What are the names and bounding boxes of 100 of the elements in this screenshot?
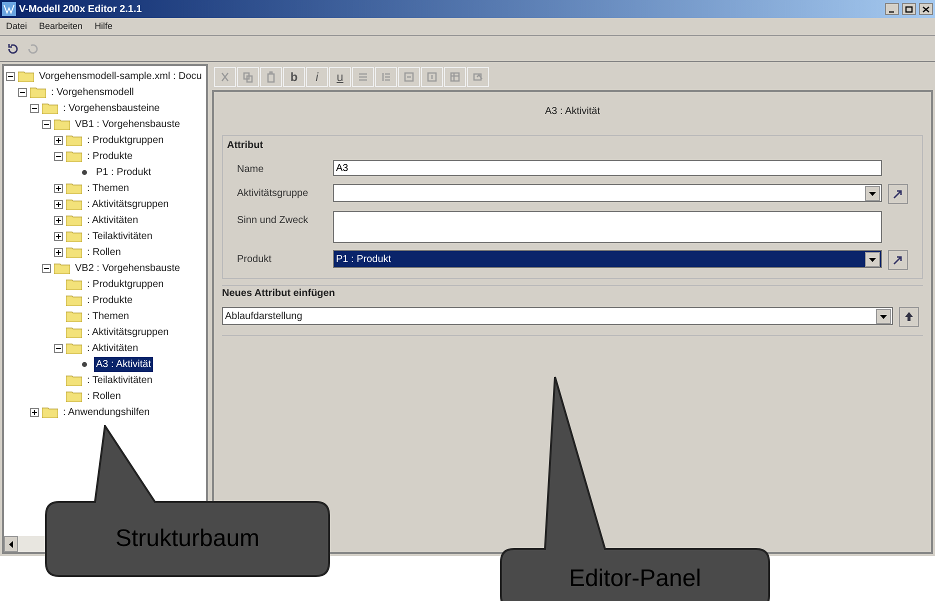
expand-toggle[interactable] xyxy=(54,184,63,192)
field-label: Name xyxy=(237,163,265,177)
expand-toggle[interactable] xyxy=(54,136,63,144)
tree-item[interactable]: : Aktivitätsgruppen xyxy=(85,196,171,212)
text-field[interactable]: A3 xyxy=(333,160,882,176)
menu-item[interactable]: Bearbeiten xyxy=(39,20,83,34)
field-label: Sinn und Zweck xyxy=(237,214,310,228)
group-title: Neues Attribut einfügen xyxy=(222,287,336,301)
folder-icon xyxy=(66,214,82,226)
close-icon xyxy=(922,6,930,12)
expand-toggle[interactable] xyxy=(54,248,63,256)
expand-toggle[interactable] xyxy=(54,216,63,224)
tree-item[interactable]: : Produkte xyxy=(85,292,135,308)
folder-icon xyxy=(66,134,82,146)
outdent-icon xyxy=(426,71,438,83)
text-area[interactable] xyxy=(333,211,882,243)
upload-icon xyxy=(903,311,915,323)
folder-icon xyxy=(66,198,82,210)
tree-item[interactable]: : Aktivitäten xyxy=(85,212,140,228)
tree-item[interactable]: : Produkte xyxy=(85,148,135,164)
folder-icon xyxy=(18,70,34,82)
tree-item[interactable]: : Rollen xyxy=(85,244,123,260)
folder-icon xyxy=(42,406,58,418)
format-button[interactable]: i xyxy=(306,67,328,87)
image-icon xyxy=(472,71,484,83)
table-icon xyxy=(449,71,461,83)
tree-item[interactable]: : Anwendungshilfen xyxy=(61,404,152,420)
tree-item[interactable]: : Produktgruppen xyxy=(85,132,166,148)
maximize-icon xyxy=(905,6,913,12)
minimize-button[interactable] xyxy=(885,3,899,15)
arrow-icon xyxy=(892,254,904,266)
tree-item[interactable]: : Rollen xyxy=(85,388,123,404)
collapse-toggle[interactable] xyxy=(30,104,39,112)
tree-item[interactable]: : Themen xyxy=(85,308,132,324)
left-arrow-icon xyxy=(9,540,13,548)
tree-item[interactable]: VB2 : Vorgehensbauste xyxy=(73,260,182,276)
tree-item[interactable]: : Aktivitätsgruppen xyxy=(85,324,171,340)
collapse-toggle[interactable] xyxy=(6,72,15,80)
group-title: Attribut xyxy=(227,139,264,153)
clipboard-icon xyxy=(265,71,277,83)
refresh-icon xyxy=(7,42,19,54)
tree-item[interactable]: : Teilaktivitäten xyxy=(85,372,154,388)
tree-item[interactable]: A3 : Aktivität xyxy=(94,356,154,372)
jump-button[interactable] xyxy=(888,184,908,204)
indent-icon xyxy=(403,71,415,83)
tree-item[interactable]: : Themen xyxy=(85,180,132,196)
tree-item[interactable]: : Vorgehensmodell xyxy=(49,84,136,100)
tree-item[interactable]: VB1 : Vorgehensbauste xyxy=(73,116,182,132)
folder-icon xyxy=(66,326,82,338)
bullet-icon xyxy=(82,362,87,366)
folder-icon xyxy=(30,86,46,98)
folder-icon xyxy=(66,310,82,322)
dropdown-field[interactable]: Ablaufdarstellung xyxy=(222,307,893,325)
callout-label: Editor-Panel xyxy=(568,564,702,594)
close-button[interactable] xyxy=(919,3,933,15)
folder-icon xyxy=(42,102,58,114)
tree-item[interactable]: : Vorgehensbausteine xyxy=(61,100,162,116)
collapse-toggle[interactable] xyxy=(18,88,27,96)
list-icon xyxy=(357,71,369,83)
collapse-toggle[interactable] xyxy=(42,120,51,128)
folder-icon xyxy=(66,294,82,306)
folder-icon xyxy=(66,374,82,386)
maximize-button[interactable] xyxy=(902,3,916,15)
collapse-toggle[interactable] xyxy=(54,152,63,160)
refresh-icon xyxy=(27,42,39,54)
collapse-toggle[interactable] xyxy=(54,344,63,352)
tree-item[interactable]: : Produktgruppen xyxy=(85,276,166,292)
folder-icon xyxy=(54,262,70,274)
folder-icon xyxy=(66,182,82,194)
format-button[interactable]: b xyxy=(283,67,305,87)
copy-icon xyxy=(242,71,254,83)
format-button[interactable]: u xyxy=(329,67,351,87)
folder-icon xyxy=(66,230,82,242)
scissors-icon xyxy=(219,71,231,83)
expand-toggle[interactable] xyxy=(54,232,63,240)
collapse-toggle[interactable] xyxy=(42,264,51,272)
scroll-left-button[interactable] xyxy=(4,536,18,552)
folder-icon xyxy=(66,150,82,162)
insert-button[interactable] xyxy=(899,307,919,327)
field-label: Aktivitätsgruppe xyxy=(237,187,310,201)
menu-item[interactable]: Hilfe xyxy=(94,20,113,34)
expand-toggle[interactable] xyxy=(54,200,63,208)
window-title: V-Modell 200x Editor 2.1.1 xyxy=(19,2,143,16)
tree-item[interactable]: P1 : Produkt xyxy=(94,164,154,180)
tree-item[interactable]: : Teilaktivitäten xyxy=(85,228,154,244)
bullet-icon xyxy=(82,170,87,174)
callout-label: Strukturbaum xyxy=(115,524,260,554)
jump-button[interactable] xyxy=(888,250,908,270)
arrow-icon xyxy=(892,188,904,200)
field-label: Produkt xyxy=(237,253,272,267)
tree-item[interactable]: Vorgehensmodell-sample.xml : Docu xyxy=(37,68,204,84)
expand-toggle[interactable] xyxy=(30,408,39,416)
app-icon xyxy=(2,2,16,16)
dropdown-field[interactable]: P1 : Produkt xyxy=(333,250,882,268)
tree-item[interactable]: : Aktivitäten xyxy=(85,340,140,356)
numbered-list-icon xyxy=(380,71,392,83)
dropdown-field[interactable] xyxy=(333,184,882,202)
folder-icon xyxy=(66,342,82,354)
menu-item[interactable]: Datei xyxy=(6,20,28,34)
folder-icon xyxy=(54,118,70,130)
